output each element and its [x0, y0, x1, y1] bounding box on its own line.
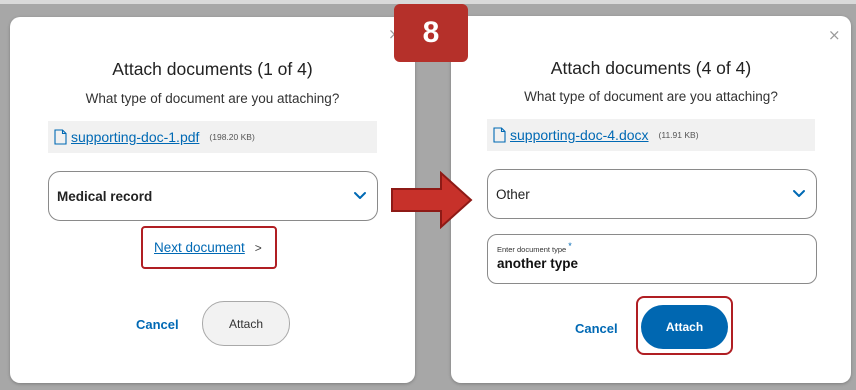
next-document-link[interactable]: Next document: [154, 240, 245, 255]
document-type-select[interactable]: Other: [487, 169, 817, 219]
file-row: supporting-doc-4.docx (11.91 KB): [487, 119, 815, 151]
cancel-button[interactable]: Cancel: [575, 321, 618, 336]
required-marker: *: [568, 241, 572, 251]
document-type-value: Medical record: [57, 188, 153, 204]
document-icon: [493, 127, 506, 143]
arrow-right-icon: [391, 171, 473, 229]
dialog-title: Attach documents (1 of 4): [112, 59, 313, 79]
file-size: (11.91 KB): [658, 130, 699, 140]
field-label: Enter document type *: [497, 241, 572, 254]
file-size: (198.20 KB): [209, 132, 255, 142]
document-type-text-field[interactable]: Enter document type * another type: [487, 234, 817, 284]
file-name-link[interactable]: supporting-doc-1.pdf: [71, 129, 199, 145]
field-value[interactable]: another type: [497, 256, 578, 271]
attach-dialog-step-1: × Attach documents (1 of 4) What type of…: [10, 17, 415, 383]
chevron-down-icon: [793, 190, 805, 197]
chevron-right-icon[interactable]: >: [255, 241, 262, 255]
attach-button[interactable]: Attach: [641, 305, 728, 349]
document-icon: [54, 129, 67, 145]
step-badge: 8: [394, 4, 468, 62]
close-icon[interactable]: ×: [828, 28, 841, 43]
attach-button-disabled[interactable]: Attach: [202, 301, 290, 346]
next-document-highlight: Next document >: [141, 226, 277, 269]
document-type-select[interactable]: Medical record: [48, 171, 378, 221]
file-name-link[interactable]: supporting-doc-4.docx: [510, 127, 649, 143]
field-label-text: Enter document type: [497, 245, 567, 254]
cancel-button[interactable]: Cancel: [136, 317, 179, 332]
dialog-subtitle: What type of document are you attaching?: [85, 91, 340, 106]
document-type-value: Other: [496, 186, 530, 202]
file-row: supporting-doc-1.pdf (198.20 KB): [48, 121, 377, 153]
attach-dialog-step-4: × Attach documents (4 of 4) What type of…: [451, 16, 851, 383]
dialog-subtitle: What type of document are you attaching?: [524, 89, 778, 104]
chevron-down-icon: [354, 192, 366, 199]
dialog-title: Attach documents (4 of 4): [550, 58, 752, 78]
